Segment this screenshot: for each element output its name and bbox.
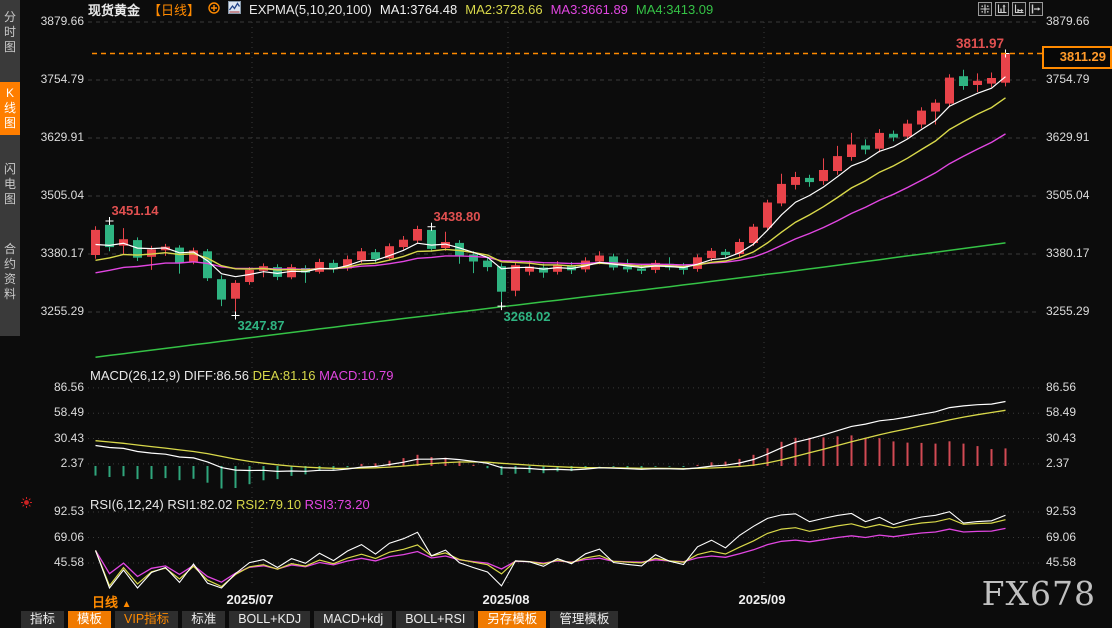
ma2-value: MA2:3728.66: [465, 2, 542, 17]
axis-tick: 30.43: [1046, 431, 1076, 445]
toolbar-button-8[interactable]: 管理模板: [550, 611, 618, 628]
chart-canvas[interactable]: [0, 0, 1112, 628]
axis-tick: 3255.29: [24, 304, 84, 318]
x-axis-label: 2025/09: [739, 592, 786, 607]
high-price-annotation: 3438.80: [434, 209, 481, 224]
macd-dea-value: DEA:81.16: [253, 368, 316, 383]
axis-tick: 2.37: [24, 456, 84, 470]
rsi-params: RSI(6,12,24): [90, 497, 164, 512]
axis-pan-icon[interactable]: [1012, 2, 1026, 16]
bottom-toolbar: 指标模板VIP指标标准BOLL+KDJMACD+kdjBOLL+RSI另存模板管…: [21, 611, 618, 628]
toolbar-button-3[interactable]: 标准: [182, 611, 225, 628]
mini-chart-icon[interactable]: [228, 1, 241, 17]
toolbar-button-6[interactable]: BOLL+RSI: [396, 611, 474, 628]
axis-tick: 92.53: [1046, 504, 1076, 518]
last-price-tag: 3811.29: [1042, 46, 1112, 69]
axis-tick: 92.53: [24, 504, 84, 518]
axis-tick: 58.49: [1046, 405, 1076, 419]
toolbar-button-2[interactable]: VIP指标: [115, 611, 178, 628]
rsi2-value: RSI2:79.10: [236, 497, 301, 512]
watermark: FX678: [982, 574, 1096, 613]
axis-tick: 3380.17: [1046, 246, 1089, 260]
rsi1-value: RSI1:82.02: [167, 497, 232, 512]
low-price-annotation: 3247.87: [238, 318, 285, 333]
axis-scale-icon[interactable]: [995, 2, 1009, 16]
axis-tick: 3754.79: [24, 72, 84, 86]
toolbar-button-0[interactable]: 指标: [21, 611, 64, 628]
high-price-annotation: 3451.14: [112, 203, 159, 218]
axis-tick: 69.06: [1046, 530, 1076, 544]
axis-tick: 3629.91: [24, 130, 84, 144]
axis-tick: 86.56: [1046, 380, 1076, 394]
sidebar: 分时图 K线图闪电图合约资料: [0, 0, 20, 336]
x-axis-label: 2025/08: [483, 592, 530, 607]
axis-tick: 3380.17: [24, 246, 84, 260]
period-selector[interactable]: 【日线】: [148, 0, 200, 19]
axis-tick: 3505.04: [24, 188, 84, 202]
axis-tick: 2.37: [1046, 456, 1069, 470]
rsi3-value: RSI3:73.20: [305, 497, 370, 512]
chart-header: 现货黄金 【日线】 EXPMA(5,10,20,100) MA1:3764.48…: [88, 1, 713, 17]
axis-tick: 3754.79: [1046, 72, 1089, 86]
axis-tick: 69.06: [24, 530, 84, 544]
axis-tick: 3255.29: [1046, 304, 1089, 318]
ma3-value: MA3:3661.89: [551, 2, 628, 17]
ma1-value: MA1:3764.48: [380, 2, 457, 17]
add-indicator-icon[interactable]: [208, 2, 220, 17]
chart-application: 分时图 K线图闪电图合约资料 现货黄金 【日线】 EXPMA(5,10,20,10…: [0, 0, 1112, 628]
axis-tick: 58.49: [24, 405, 84, 419]
period-dropdown[interactable]: 日线 ▲: [92, 592, 132, 611]
toolbar-button-5[interactable]: MACD+kdj: [314, 611, 392, 628]
indicator-name: EXPMA(5,10,20,100): [249, 2, 372, 17]
axis-tick: 3505.04: [1046, 188, 1089, 202]
chevron-up-icon: ▲: [122, 599, 132, 610]
axis-tick: 86.56: [24, 380, 84, 394]
macd-label-row: MACD(26,12,9) DIFF:86.56 DEA:81.16 MACD:…: [90, 368, 394, 383]
macd-value: MACD:10.79: [319, 368, 393, 383]
macd-diff-value: DIFF:86.56: [184, 368, 249, 383]
sidebar-item-3[interactable]: 合约资料: [0, 238, 20, 306]
exit-icon[interactable]: [1029, 2, 1043, 16]
sidebar-item-2[interactable]: 闪电图: [0, 158, 20, 211]
symbol-name: 现货黄金: [88, 0, 140, 19]
axis-tick: 3879.66: [1046, 14, 1089, 28]
chart-tool-icons: [978, 2, 1043, 16]
sidebar-item-0[interactable]: 分时图: [0, 6, 20, 59]
axis-tick: 30.43: [24, 431, 84, 445]
axis-tick: 45.58: [1046, 555, 1076, 569]
low-price-annotation: 3268.02: [504, 309, 551, 324]
toolbar-button-7[interactable]: 另存模板: [478, 611, 546, 628]
ma4-value: MA4:3413.09: [636, 2, 713, 17]
x-axis-label: 2025/07: [227, 592, 274, 607]
toolbar-button-1[interactable]: 模板: [68, 611, 111, 628]
crosshair-icon[interactable]: [978, 2, 992, 16]
axis-tick: 3629.91: [1046, 130, 1089, 144]
macd-params: MACD(26,12,9): [90, 368, 180, 383]
sidebar-item-1[interactable]: K线图: [0, 82, 20, 135]
axis-tick: 3879.66: [24, 14, 84, 28]
toolbar-button-4[interactable]: BOLL+KDJ: [229, 611, 310, 628]
axis-tick: 45.58: [24, 555, 84, 569]
session-high-label: 3811.97: [928, 36, 1004, 51]
rsi-label-row: RSI(6,12,24) RSI1:82.02 RSI2:79.10 RSI3:…: [90, 497, 370, 512]
